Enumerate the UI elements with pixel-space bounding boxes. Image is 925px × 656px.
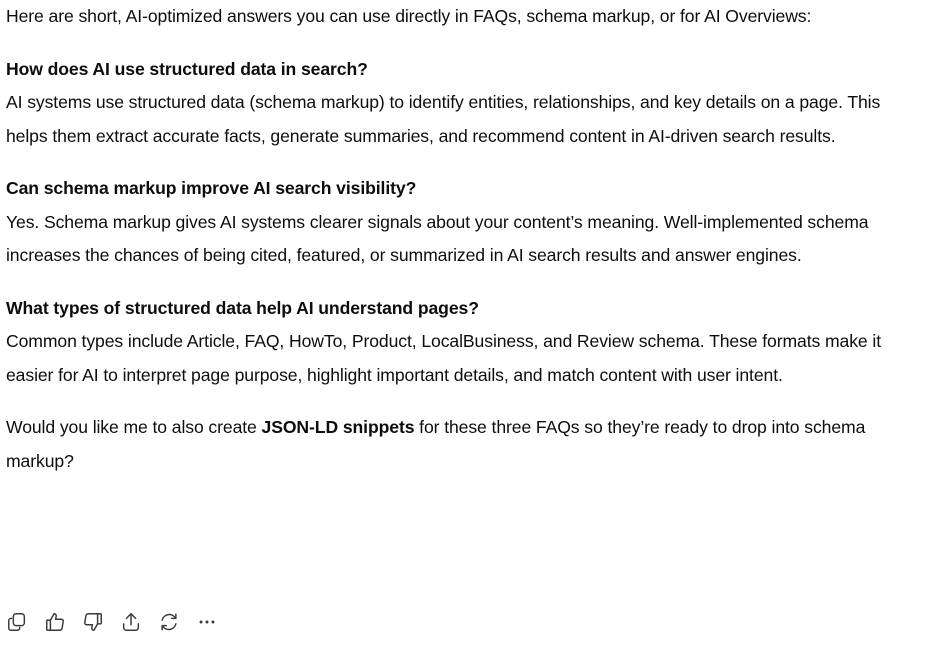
share-icon <box>122 613 140 631</box>
follow-up-question: Would you like me to also create JSON-LD… <box>6 411 924 478</box>
follow-up-text-start: Would you like me to also create <box>6 417 262 437</box>
assistant-message: Here are short, AI-optimized answers you… <box>6 0 924 478</box>
faq-item: Can schema markup improve AI search visi… <box>6 172 924 273</box>
bad-response-button[interactable] <box>82 609 120 635</box>
more-options-button[interactable] <box>196 609 234 635</box>
regenerate-icon <box>161 613 177 631</box>
faq-item: What types of structured data help AI un… <box>6 292 924 393</box>
faq-answer: Common types include Article, FAQ, HowTo… <box>6 331 882 385</box>
faq-item: How does AI use structured data in searc… <box>6 53 924 154</box>
share-button[interactable] <box>120 609 158 635</box>
faq-question: Can schema markup improve AI search visi… <box>6 178 417 198</box>
faq-question: What types of structured data help AI un… <box>6 297 479 318</box>
thumbs-up-icon <box>46 613 64 631</box>
intro-text: Here are short, AI-optimized answers you… <box>6 6 812 26</box>
message-action-bar <box>6 609 234 635</box>
more-icon <box>199 620 215 624</box>
thumbs-down-icon <box>84 613 102 631</box>
regenerate-button[interactable] <box>158 609 196 635</box>
copy-button[interactable] <box>6 609 44 635</box>
copy-icon <box>8 613 26 631</box>
good-response-button[interactable] <box>44 609 82 635</box>
faq-answer: Yes. Schema markup gives AI systems clea… <box>6 211 869 266</box>
faq-question: How does AI use structured data in searc… <box>6 58 368 79</box>
faq-answer: AI systems use structured data (schema m… <box>6 92 881 146</box>
follow-up-emphasis: JSON-LD snippets <box>261 417 415 437</box>
